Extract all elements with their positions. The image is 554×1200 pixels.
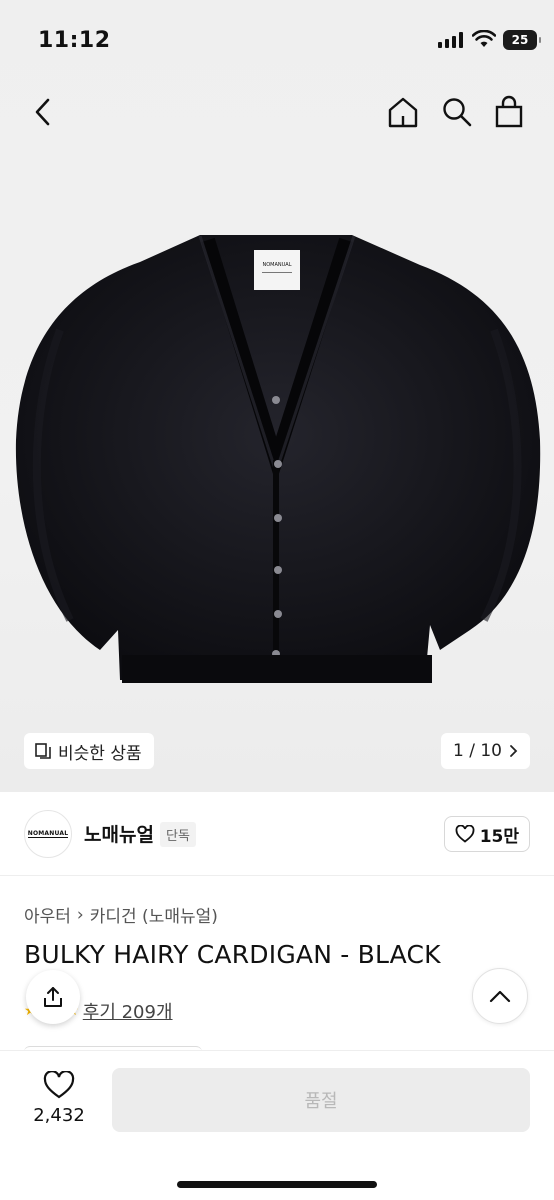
brand-logo[interactable]: NOMANUAL: [24, 810, 72, 858]
back-icon[interactable]: [28, 94, 58, 130]
product-gallery[interactable]: 11:12 25 NOMANUAL 비슷한 상품 1 / 10: [0, 0, 554, 792]
breadcrumb: 아우터 › 카디건 (노매뉴얼): [24, 902, 218, 928]
shopping-bag-icon[interactable]: [492, 94, 526, 130]
share-button[interactable]: [26, 970, 80, 1024]
page-indicator-text: 1 / 10: [453, 741, 502, 761]
search-icon[interactable]: [440, 94, 474, 130]
top-navigation: [0, 88, 554, 138]
wifi-icon: [472, 30, 496, 47]
brand-like-button[interactable]: 15만: [443, 816, 530, 852]
scroll-top-button[interactable]: [472, 968, 528, 1024]
similar-items-label: 비슷한 상품: [58, 743, 142, 764]
bottom-action-bar: 2,432 품절: [0, 1050, 554, 1200]
share-icon: [44, 987, 62, 1007]
similar-items-icon: [35, 743, 51, 759]
breadcrumb-item[interactable]: 아우터: [24, 902, 71, 927]
chevron-up-icon: [489, 990, 511, 1003]
home-indicator: [177, 1181, 377, 1188]
similar-items-button[interactable]: 비슷한 상품: [24, 733, 154, 769]
brand-logo-text: NOMANUAL: [27, 830, 69, 838]
favorite-button[interactable]: 2,432: [26, 1070, 92, 1126]
garment-label-text: NOMANUAL: [262, 262, 291, 268]
status-bar: 11:12 25: [0, 0, 554, 80]
exclusive-badge: 단독: [160, 822, 196, 847]
breadcrumb-item[interactable]: 카디건 (노매뉴얼): [90, 902, 218, 927]
brand-row: NOMANUAL 노매뉴얼 단독 15만: [0, 792, 554, 876]
heart-icon: [455, 825, 475, 843]
product-title: BULKY HAIRY CARDIGAN - BLACK: [24, 940, 441, 969]
home-icon[interactable]: [386, 94, 420, 130]
product-image[interactable]: NOMANUAL: [0, 210, 554, 710]
chevron-right-icon: [510, 745, 518, 757]
sold-out-button[interactable]: 품절: [112, 1068, 530, 1132]
review-link[interactable]: 후기 209개: [83, 998, 173, 1024]
favorite-count: 2,432: [33, 1105, 85, 1126]
status-time: 11:12: [38, 28, 111, 53]
heart-icon: [43, 1070, 75, 1099]
gallery-page-indicator[interactable]: 1 / 10: [441, 733, 530, 769]
brand-name[interactable]: 노매뉴얼: [84, 820, 154, 847]
brand-like-count: 15만: [479, 826, 519, 847]
battery-indicator: 25: [503, 30, 541, 50]
signal-icon: [438, 32, 463, 48]
chevron-right-icon: ›: [76, 904, 84, 925]
